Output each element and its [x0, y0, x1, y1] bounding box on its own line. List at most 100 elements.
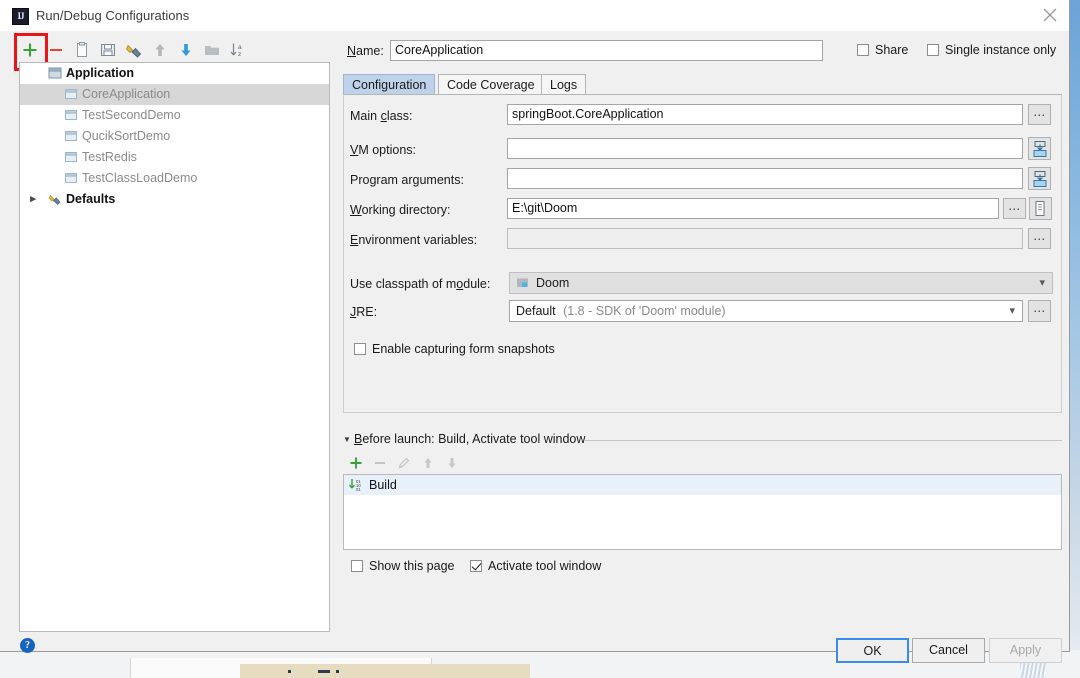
jre-combobox[interactable]: Default (1.8 - SDK of 'Doom' module) ▾	[509, 300, 1023, 322]
name-input[interactable]: CoreApplication	[390, 40, 823, 61]
share-checkbox[interactable]: Share	[857, 43, 908, 57]
before-launch-remove-button[interactable]	[369, 452, 392, 474]
build-icon: 01 10 01	[348, 478, 363, 498]
tree-node-label: QucikSortDemo	[82, 129, 171, 143]
enable-form-snapshots-checkbox[interactable]: Enable capturing form snapshots	[354, 342, 555, 356]
tab-bar: Configuration Code Coverage Logs	[343, 74, 1063, 95]
configurations-toolbar: a z	[18, 38, 330, 62]
tree-node-testredis[interactable]: TestRedis	[20, 147, 329, 168]
desktop-tan-strip	[240, 664, 530, 678]
before-launch-down-button[interactable]	[441, 452, 464, 474]
ellipsis-icon: ⋯	[1033, 108, 1046, 122]
tree-node-label: Application	[66, 66, 135, 80]
module-combobox[interactable]: Doom ▾	[509, 272, 1053, 294]
copy-configuration-button[interactable]	[70, 38, 94, 62]
run-debug-configurations-dialog: IJ Run/Debug Configurations a z Applicat…	[0, 0, 1070, 663]
insert-macro-icon	[1035, 201, 1045, 216]
ok-button[interactable]: OK	[836, 638, 909, 663]
single-instance-only-checkbox[interactable]: Single instance only	[927, 43, 1056, 57]
expand-editor-icon	[1033, 141, 1047, 157]
tree-node-testclassloaddemo[interactable]: TestClassLoadDemo	[20, 168, 329, 189]
add-configuration-button[interactable]	[18, 38, 42, 62]
tree-node-label: Defaults	[66, 192, 116, 206]
dialog-title: Run/Debug Configurations	[36, 8, 190, 23]
section-divider	[584, 440, 1062, 441]
before-launch-item-build[interactable]: 01 10 01 Build	[344, 475, 1061, 495]
working-directory-browse-button[interactable]: ⋯	[1003, 198, 1026, 219]
main-class-browse-button[interactable]: ⋯	[1028, 104, 1051, 125]
before-launch-toolbar	[345, 452, 545, 474]
configurations-tree[interactable]: Application CoreApplication TestSecondDe…	[19, 62, 330, 632]
working-directory-input[interactable]: E:\git\Doom	[507, 198, 999, 219]
checkbox-box	[470, 560, 482, 572]
checkbox-box	[351, 560, 363, 572]
jre-value-detail: (1.8 - SDK of 'Doom' module)	[563, 304, 726, 318]
before-launch-edit-button[interactable]	[393, 452, 416, 474]
vm-options-expand-button[interactable]	[1028, 137, 1051, 160]
vm-options-input[interactable]	[507, 138, 1023, 159]
move-down-button[interactable]	[174, 38, 198, 62]
show-this-page-label: Show this page	[369, 559, 455, 573]
apply-button[interactable]: Apply	[989, 638, 1062, 663]
before-launch-list[interactable]: 01 10 01 Build	[343, 474, 1062, 550]
tree-node-label: TestRedis	[82, 150, 137, 164]
ellipsis-icon: ⋯	[1033, 304, 1046, 318]
ellipsis-icon: ⋯	[1033, 232, 1046, 246]
sort-configurations-button[interactable]: a z	[226, 38, 250, 62]
activate-tool-window-checkbox[interactable]: Activate tool window	[470, 559, 601, 573]
move-up-button[interactable]	[148, 38, 172, 62]
program-arguments-expand-button[interactable]	[1028, 167, 1051, 190]
svg-text:01: 01	[356, 487, 361, 492]
before-launch-add-button[interactable]	[345, 452, 368, 474]
program-arguments-input[interactable]	[507, 168, 1023, 189]
main-class-input[interactable]: springBoot.CoreApplication	[507, 104, 1023, 125]
environment-variables-browse-button[interactable]: ⋯	[1028, 228, 1051, 249]
remove-configuration-button[interactable]	[44, 38, 68, 62]
new-folder-button[interactable]	[200, 38, 224, 62]
chevron-down-icon[interactable]: ▾	[1039, 273, 1045, 293]
tree-node-label: CoreApplication	[82, 87, 171, 101]
environment-variables-input[interactable]	[507, 228, 1023, 249]
ellipsis-icon: ⋯	[1008, 202, 1021, 216]
edit-templates-button[interactable]	[122, 38, 146, 62]
tab-code-coverage[interactable]: Code Coverage	[438, 74, 544, 95]
tree-node-application[interactable]: Application	[20, 63, 329, 84]
chevron-down-icon[interactable]: ▾	[1009, 301, 1015, 321]
share-label: Share	[875, 43, 909, 57]
name-label: Name:	[347, 44, 384, 58]
working-directory-macro-button[interactable]	[1029, 197, 1052, 220]
tree-node-defaults[interactable]: ▸ Defaults	[20, 189, 329, 210]
close-icon[interactable]	[1030, 0, 1070, 30]
tree-node-label: TestClassLoadDemo	[82, 171, 198, 185]
save-configuration-button[interactable]	[96, 38, 120, 62]
show-this-page-checkbox[interactable]: Show this page	[351, 559, 454, 573]
environment-variables-label: Environment variables:	[350, 233, 478, 247]
jre-value: Default	[516, 304, 556, 318]
jre-browse-button[interactable]: ⋯	[1028, 300, 1051, 322]
triangle-down-icon[interactable]: ▼	[343, 435, 351, 444]
chevron-right-icon[interactable]: ▸	[26, 189, 40, 210]
working-directory-label: Working directory:	[350, 203, 451, 217]
tab-configuration[interactable]: Configuration	[343, 74, 436, 95]
svg-text:z: z	[238, 51, 241, 58]
checkbox-box	[354, 343, 366, 355]
tree-node-quciksortdemo[interactable]: QucikSortDemo	[20, 126, 329, 147]
before-launch-header: ▼ Before launch: Build, Activate tool wi…	[343, 432, 1062, 448]
intellij-idea-icon: IJ	[12, 8, 29, 25]
module-value: Doom	[536, 276, 570, 290]
jre-label: JRE:	[350, 305, 378, 319]
enable-form-snapshots-label: Enable capturing form snapshots	[372, 342, 555, 356]
help-icon[interactable]: ?	[20, 638, 35, 653]
tree-node-testseconddemo[interactable]: TestSecondDemo	[20, 105, 329, 126]
tree-node-coreapplication[interactable]: CoreApplication	[20, 84, 329, 105]
checkbox-box	[857, 44, 869, 56]
checkbox-box	[927, 44, 939, 56]
program-arguments-label: Program arguments:	[350, 173, 464, 187]
module-icon	[516, 276, 530, 293]
use-classpath-of-module-label: Use classpath of module:	[350, 277, 491, 291]
cancel-button[interactable]: Cancel	[912, 638, 985, 663]
tab-logs[interactable]: Logs	[541, 74, 587, 95]
before-launch-title: Before launch: Build, Activate tool wind…	[354, 432, 586, 446]
before-launch-up-button[interactable]	[417, 452, 440, 474]
dialog-titlebar: IJ Run/Debug Configurations	[0, 0, 1069, 31]
